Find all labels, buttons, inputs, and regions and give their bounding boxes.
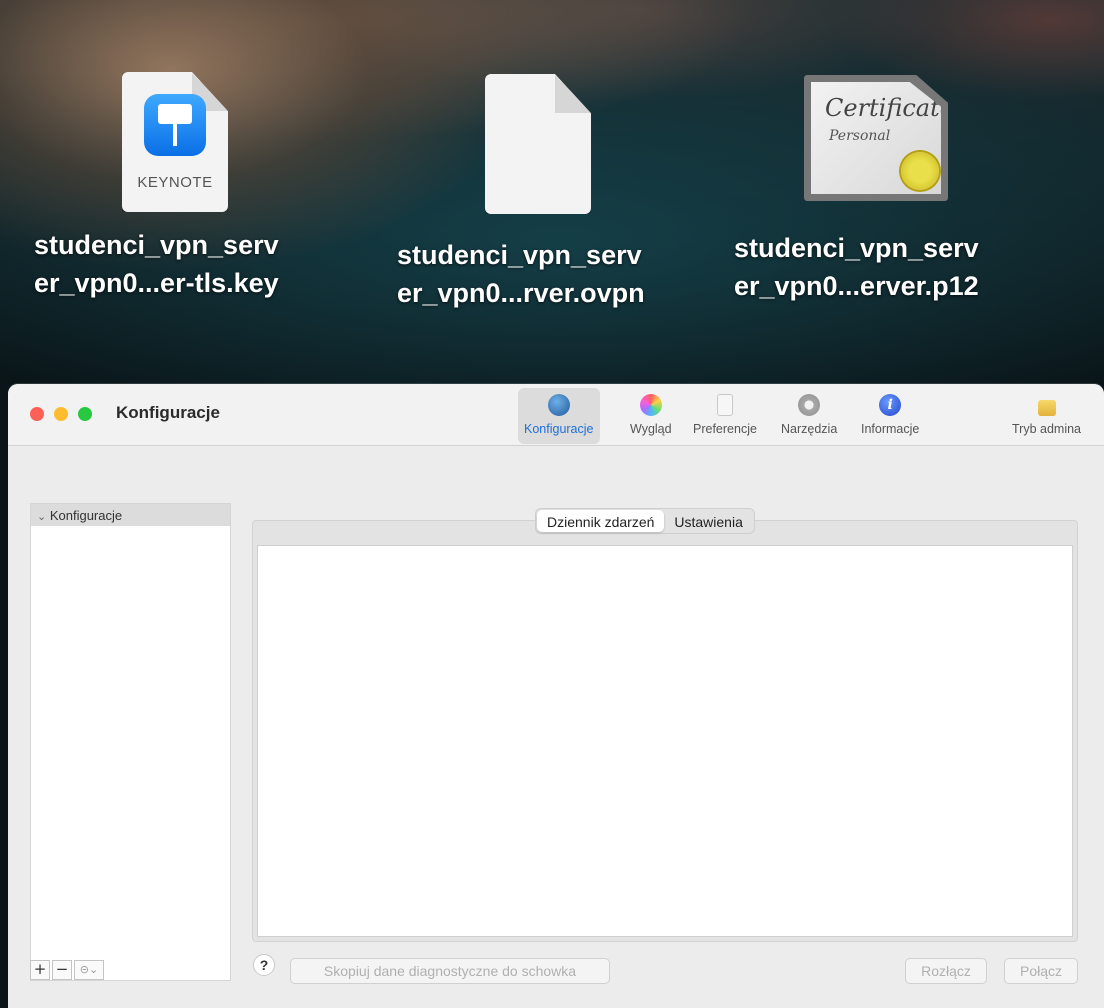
sidebar-toolbar: + − ⊝⌄ — [30, 960, 104, 980]
keynote-app-badge-icon — [144, 94, 206, 156]
minimize-window-button[interactable] — [54, 407, 68, 421]
desktop: KEYNOTE studenci_vpn_serv er_vpn0...er-t… — [0, 0, 1104, 384]
color-wheel-icon — [639, 394, 662, 416]
switch-icon — [716, 394, 733, 416]
keynote-badge-label: KEYNOTE — [137, 174, 213, 191]
toolbar-tryb-admina[interactable]: Tryb admina — [1006, 388, 1087, 444]
tab-dziennik-zdarzen[interactable]: Dziennik zdarzeń — [537, 510, 665, 532]
help-button[interactable]: ? — [253, 954, 275, 976]
event-log-area[interactable] — [257, 545, 1073, 937]
configuration-actions-menu[interactable]: ⊝⌄ — [74, 960, 104, 980]
desktop-file-name: studenci_vpn_serv er_vpn0...erver.p12 — [734, 233, 979, 301]
toolbar-narzedzia[interactable]: Narzędzia — [775, 388, 843, 444]
keynote-document-icon: KEYNOTE — [122, 72, 228, 212]
certificate-script-title: Certificate — [825, 94, 954, 122]
toolbar-konfiguracje[interactable]: Konfiguracje — [518, 388, 600, 444]
certificate-script-subtitle: Personal — [829, 128, 891, 144]
sidebar-group-konfiguracje[interactable]: ⌄ Konfiguracje — [31, 504, 230, 526]
app-window: Konfiguracje Konfiguracje Wygląd Prefere… — [8, 384, 1104, 1008]
lock-icon — [1037, 400, 1056, 416]
connect-button[interactable]: Połącz — [1004, 958, 1078, 984]
toolbar-wyglad[interactable]: Wygląd — [624, 388, 678, 444]
copy-diagnostics-button[interactable]: Skopiuj dane diagnostyczne do schowka — [290, 958, 610, 984]
desktop-file-name: studenci_vpn_serv er_vpn0...er-tls.key — [34, 230, 279, 298]
globe-icon — [547, 394, 570, 416]
zoom-window-button[interactable] — [78, 407, 92, 421]
add-configuration-button[interactable]: + — [30, 960, 50, 980]
window-title: Konfiguracje — [116, 403, 220, 422]
desktop-file-p12[interactable]: Certificate Personal studenci_vpn_serv e… — [734, 75, 1034, 305]
blank-document-icon — [485, 74, 591, 214]
seal-icon — [901, 152, 939, 190]
desktop-file-ovpn[interactable]: studenci_vpn_serv er_vpn0...rver.ovpn — [397, 74, 697, 312]
chevron-down-icon[interactable]: ⌄ — [37, 511, 46, 523]
tab-panel — [252, 520, 1078, 942]
disconnect-button[interactable]: Rozłącz — [905, 958, 987, 984]
certificate-icon: Certificate Personal — [804, 75, 948, 201]
info-icon: i — [879, 394, 902, 416]
titlebar: Konfiguracje Konfiguracje Wygląd Prefere… — [8, 384, 1104, 446]
gear-icon — [798, 394, 821, 416]
tab-ustawienia[interactable]: Ustawienia — [664, 510, 752, 532]
toolbar-preferencje[interactable]: Preferencje — [687, 388, 763, 444]
close-window-button[interactable] — [30, 407, 44, 421]
tab-switcher: Dziennik zdarzeń Ustawienia — [535, 508, 755, 534]
desktop-file-name: studenci_vpn_serv er_vpn0...rver.ovpn — [397, 240, 645, 308]
desktop-file-tls-key[interactable]: KEYNOTE studenci_vpn_serv er_vpn0...er-t… — [34, 72, 334, 302]
configurations-sidebar[interactable]: ⌄ Konfiguracje — [30, 503, 231, 981]
toolbar-informacje[interactable]: i Informacje — [855, 388, 925, 444]
remove-configuration-button[interactable]: − — [52, 960, 72, 980]
